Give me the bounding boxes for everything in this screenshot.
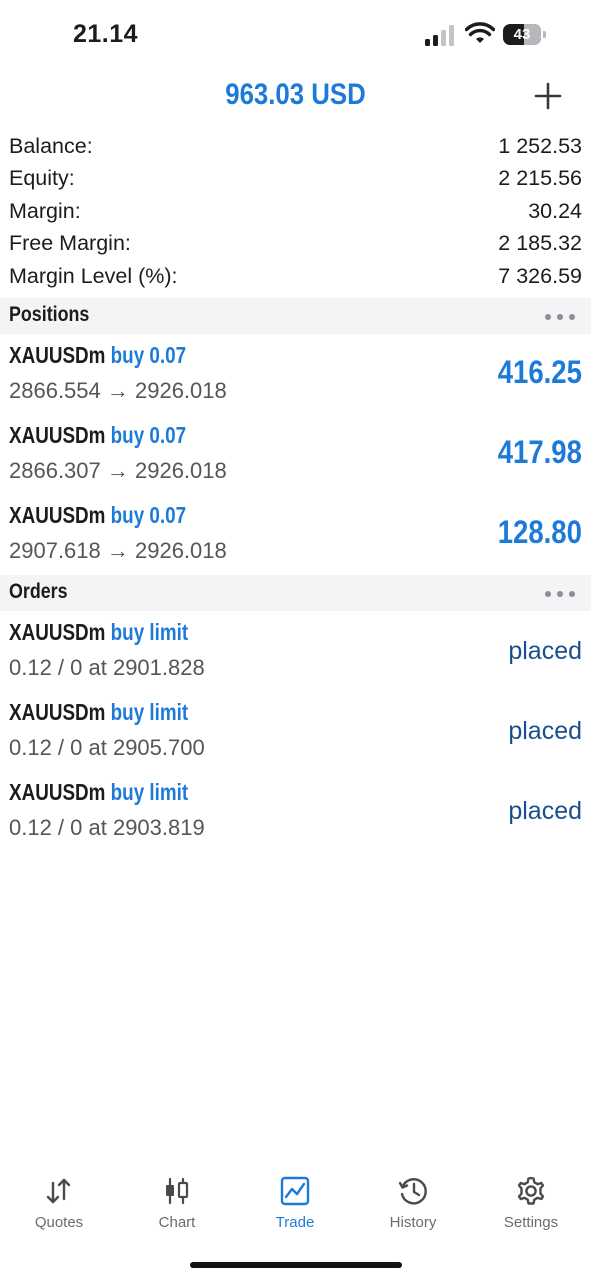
- order-row[interactable]: XAUUSDm buy limit 0.12 / 0 at 2901.828 p…: [0, 611, 591, 691]
- summary-label: Margin Level (%):: [9, 263, 178, 288]
- quotes-arrows-icon: [46, 1178, 71, 1204]
- position-row[interactable]: XAUUSDm buy 0.07 2907.618 → 2926.018 128…: [0, 494, 591, 574]
- position-row[interactable]: XAUUSDm buy 0.07 2866.307 → 2926.018 417…: [0, 414, 591, 494]
- tab-label: History: [389, 1214, 437, 1231]
- account-summary: Balance: 1 252.53 Equity: 2 215.56 Margi…: [0, 131, 591, 293]
- trade-chart-icon: [280, 1176, 310, 1206]
- status-time: 21.14: [73, 20, 139, 48]
- tab-label: Settings: [503, 1214, 559, 1231]
- order-status: placed: [508, 637, 582, 665]
- position-symbol: XAUUSDm: [9, 342, 106, 368]
- order-type: buy limit: [110, 619, 189, 645]
- summary-value: 2 185.32: [498, 231, 582, 256]
- gear-icon: [517, 1176, 545, 1205]
- summary-value: 7 326.59: [498, 263, 582, 288]
- candlestick-chart-icon: [166, 1177, 189, 1205]
- plus-icon[interactable]: [530, 78, 566, 114]
- position-type: buy 0.07: [110, 502, 187, 528]
- tab-quotes[interactable]: Quotes: [0, 1165, 118, 1245]
- more-options-icon[interactable]: [544, 590, 576, 598]
- position-profit: 417.98: [497, 434, 582, 470]
- summary-value: 1 252.53: [498, 134, 582, 158]
- summary-row-margin-level: Margin Level (%): 7 326.59: [0, 261, 591, 293]
- tab-settings[interactable]: Settings: [472, 1165, 590, 1245]
- account-profit-title: 963.03 USD: [225, 78, 366, 111]
- tab-chart[interactable]: Chart: [118, 1165, 236, 1245]
- summary-row-free-margin: Free Margin: 2 185.32: [0, 228, 591, 260]
- positions-title: Positions: [9, 303, 90, 326]
- summary-row-balance: Balance: 1 252.53: [0, 131, 591, 163]
- position-prices: 2866.307 → 2926.018: [9, 458, 227, 483]
- summary-value: 2 215.56: [498, 166, 582, 191]
- order-symbol: XAUUSDm: [9, 619, 106, 645]
- tab-history[interactable]: History: [354, 1165, 472, 1245]
- tab-label: Trade: [275, 1214, 315, 1231]
- position-profit: 416.25: [497, 354, 582, 390]
- position-profit: 128.80: [497, 514, 582, 550]
- status-bar: 21.14 43: [0, 0, 591, 70]
- more-options-icon[interactable]: [544, 313, 576, 321]
- order-symbol: XAUUSDm: [9, 699, 106, 725]
- summary-label: Margin:: [9, 198, 81, 223]
- orders-section-header: Orders: [0, 575, 591, 611]
- position-prices: 2866.554 → 2926.018: [9, 378, 227, 403]
- position-row[interactable]: XAUUSDm buy 0.07 2866.554 → 2926.018 416…: [0, 334, 591, 414]
- positions-section-header: Positions: [0, 298, 591, 334]
- header: 963.03 USD: [0, 70, 591, 122]
- battery-level: 43: [513, 26, 531, 43]
- order-details: 0.12 / 0 at 2901.828: [9, 655, 205, 680]
- position-prices: 2907.618 → 2926.018: [9, 538, 227, 563]
- wifi-icon: [465, 22, 495, 43]
- summary-label: Equity:: [9, 166, 75, 191]
- order-status: placed: [508, 717, 582, 745]
- order-details: 0.12 / 0 at 2905.700: [9, 735, 205, 760]
- position-type: buy 0.07: [110, 342, 187, 368]
- orders-title: Orders: [9, 580, 68, 603]
- home-indicator: [190, 1262, 402, 1268]
- order-row[interactable]: XAUUSDm buy limit 0.12 / 0 at 2905.700 p…: [0, 691, 591, 771]
- order-symbol: XAUUSDm: [9, 779, 106, 805]
- tab-trade[interactable]: Trade: [236, 1165, 354, 1245]
- summary-row-equity: Equity: 2 215.56: [0, 163, 591, 195]
- summary-label: Balance:: [9, 134, 93, 158]
- summary-value: 30.24: [528, 198, 582, 223]
- tab-bar: Quotes Chart Trade History Settings: [0, 1165, 591, 1245]
- summary-label: Free Margin:: [9, 231, 131, 256]
- position-symbol: XAUUSDm: [9, 422, 106, 448]
- battery-icon: 43: [503, 24, 547, 46]
- order-type: buy limit: [110, 779, 189, 805]
- tab-label: Chart: [158, 1214, 196, 1231]
- position-symbol: XAUUSDm: [9, 502, 106, 528]
- order-row[interactable]: XAUUSDm buy limit 0.12 / 0 at 2903.819 p…: [0, 771, 591, 851]
- position-type: buy 0.07: [110, 422, 187, 448]
- order-type: buy limit: [110, 699, 189, 725]
- order-details: 0.12 / 0 at 2903.819: [9, 815, 205, 840]
- history-clock-icon: [398, 1178, 427, 1205]
- order-status: placed: [508, 797, 582, 825]
- signal-strength-icon: [425, 25, 454, 46]
- tab-label: Quotes: [34, 1214, 84, 1231]
- summary-row-margin: Margin: 30.24: [0, 196, 591, 228]
